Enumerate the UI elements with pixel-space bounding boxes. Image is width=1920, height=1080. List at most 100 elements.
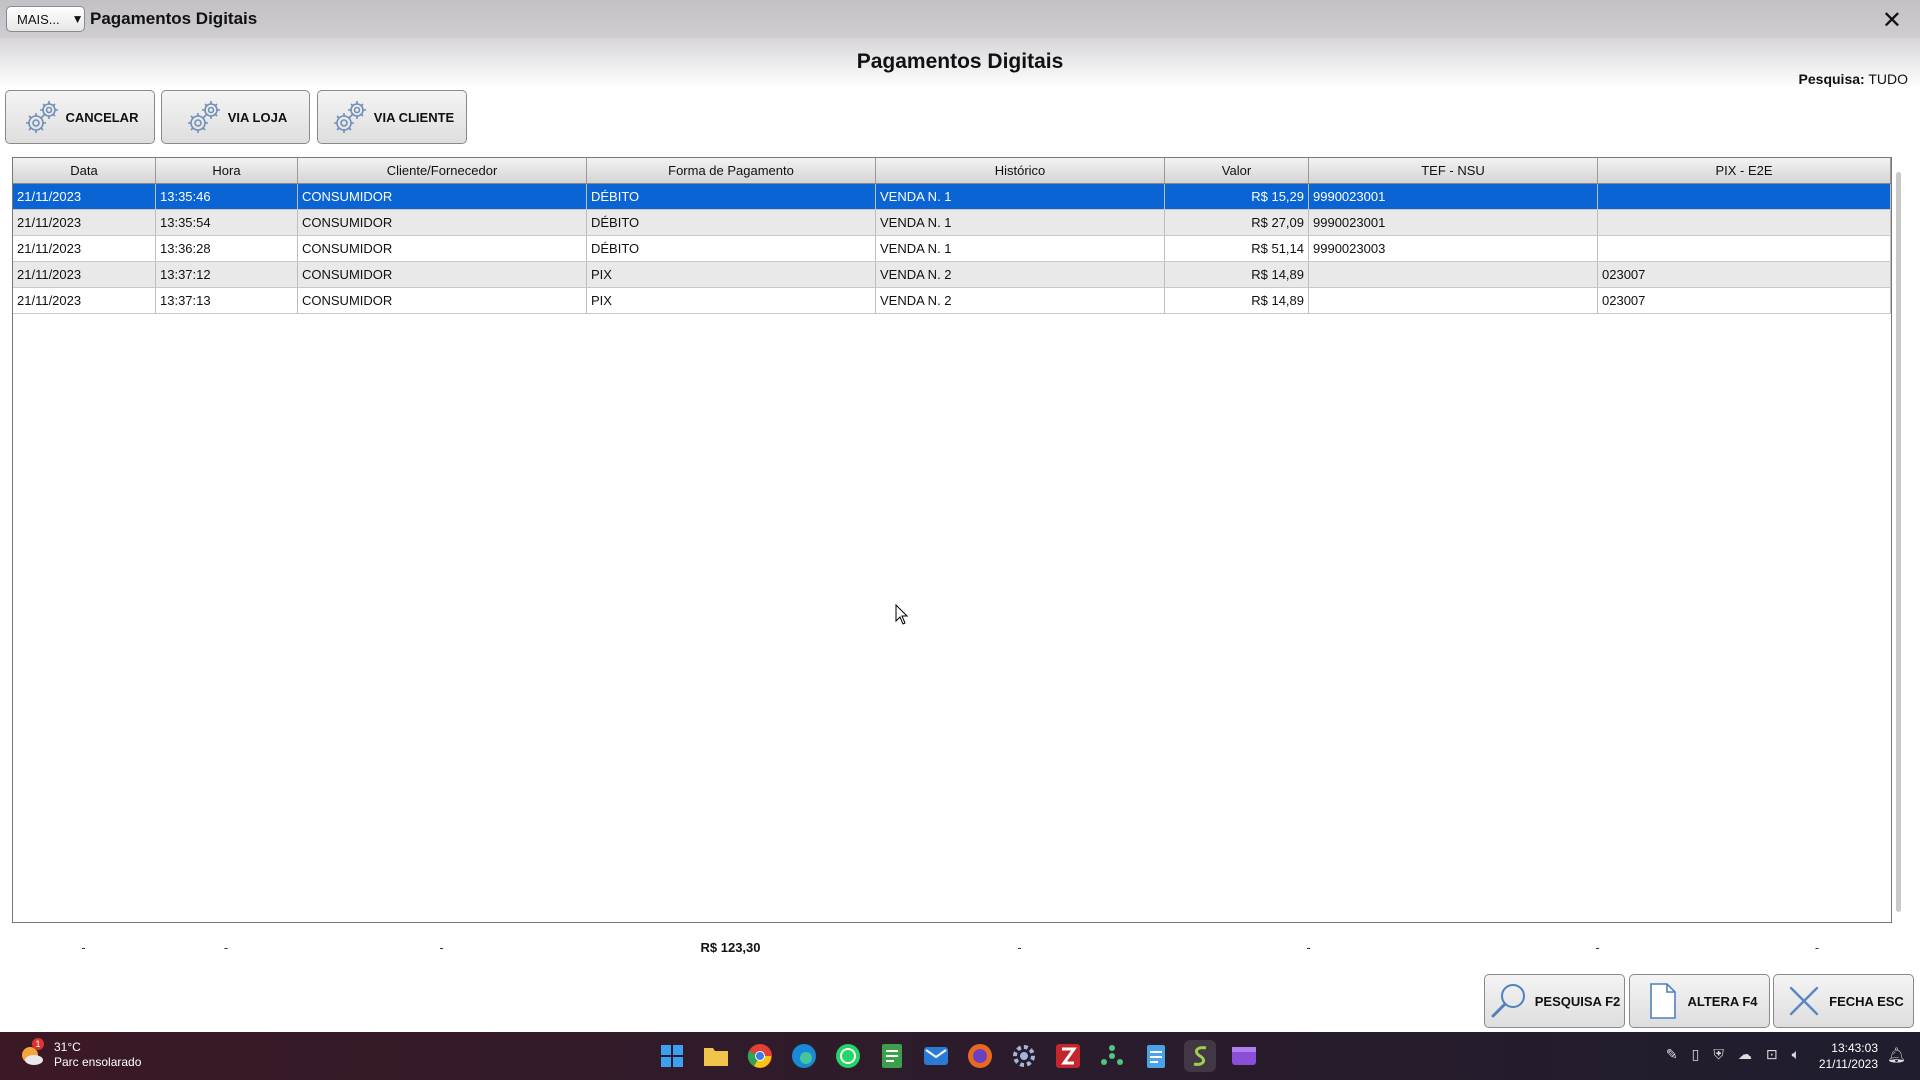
search-filter-value: TUDO	[1868, 71, 1908, 87]
clock[interactable]: 13:43:03 21/11/2023	[1819, 1040, 1878, 1072]
filezilla-icon[interactable]	[1052, 1040, 1084, 1072]
cell-cliente: CONSUMIDOR	[298, 236, 587, 261]
cell-cliente: CONSUMIDOR	[298, 288, 587, 313]
table-row[interactable]: 21/11/2023 13:35:54 CONSUMIDOR DÉBITO VE…	[13, 210, 1891, 236]
file-explorer-icon[interactable]	[700, 1040, 732, 1072]
pen-icon[interactable]: ✎	[1666, 1046, 1678, 1063]
network-icon[interactable]: ⊡	[1766, 1046, 1778, 1063]
document-icon	[1650, 983, 1677, 1019]
table-row[interactable]: 21/11/2023 13:37:13 CONSUMIDOR PIX VENDA…	[13, 288, 1891, 314]
fecha-label: FECHA ESC	[1829, 993, 1904, 1009]
altera-button[interactable]: ALTERA F4	[1629, 974, 1770, 1028]
weather-sun-icon: 1	[18, 1038, 46, 1069]
pesquisa-button[interactable]: PESQUISA F2	[1484, 974, 1625, 1028]
table-row[interactable]: 21/11/2023 13:35:46 CONSUMIDOR DÉBITO VE…	[13, 184, 1891, 210]
column-header-tef-nsu[interactable]: TEF - NSU	[1309, 158, 1598, 183]
fecha-button[interactable]: FECHA ESC	[1773, 974, 1914, 1028]
magnifier-icon	[1491, 984, 1525, 1018]
cell-hora: 13:36:28	[156, 236, 298, 261]
cell-hora: 13:35:54	[156, 210, 298, 235]
cell-historico: VENDA N. 1	[876, 184, 1165, 209]
altera-label: ALTERA F4	[1687, 993, 1758, 1009]
cell-tef-nsu: 9990023003	[1309, 236, 1598, 261]
cell-historico: VENDA N. 1	[876, 236, 1165, 261]
column-header-hora[interactable]: Hora	[156, 158, 298, 183]
clock-date: 21/11/2023	[1818, 1057, 1878, 1071]
cell-pix-e2e: 023007	[1598, 288, 1891, 313]
cell-data: 21/11/2023	[13, 262, 156, 287]
cloud-icon[interactable]: ☁	[1738, 1046, 1752, 1063]
via-loja-button[interactable]: VIA LOJA	[161, 90, 310, 144]
cell-forma-pagamento: PIX	[587, 288, 876, 313]
cell-valor: R$ 15,29	[1165, 184, 1309, 209]
windows-start-icon[interactable]	[656, 1040, 688, 1072]
total-valor: -	[1306, 939, 1311, 955]
weather-desc: Parc ensolarado	[54, 1055, 142, 1069]
notes-app-icon[interactable]	[876, 1040, 908, 1072]
mouse-cursor-icon	[895, 604, 909, 625]
page-title: Pagamentos Digitais	[856, 50, 1064, 73]
cell-data: 21/11/2023	[13, 288, 156, 313]
notification-bell-icon[interactable]: 🔔︎	[1887, 1046, 1906, 1064]
table-row[interactable]: 21/11/2023 13:37:12 CONSUMIDOR PIX VENDA…	[13, 262, 1891, 288]
cell-historico: VENDA N. 2	[876, 288, 1165, 313]
cell-historico: VENDA N. 2	[876, 262, 1165, 287]
clock-time: 13:43:03	[1831, 1041, 1878, 1055]
cell-data: 21/11/2023	[13, 210, 156, 235]
cancel-label: CANCELAR	[65, 109, 139, 125]
column-header-forma-pagamento[interactable]: Forma de Pagamento	[587, 158, 876, 183]
media-app-icon[interactable]	[1228, 1040, 1260, 1072]
column-header-historico[interactable]: Histórico	[876, 158, 1165, 183]
chrome-icon[interactable]	[744, 1040, 776, 1072]
column-header-data[interactable]: Data	[13, 158, 156, 183]
caret-down-icon: ▼	[71, 12, 84, 26]
weather-badge: 1	[32, 1038, 44, 1050]
settings-gear-icon[interactable]	[1008, 1040, 1040, 1072]
cell-valor: R$ 14,89	[1165, 262, 1309, 287]
weather-temp: 31°C	[54, 1040, 81, 1054]
total-cliente: -	[439, 939, 444, 955]
window-title: Pagamentos Digitais	[90, 9, 258, 28]
firefox-icon[interactable]	[964, 1040, 996, 1072]
mail-app-icon[interactable]	[920, 1040, 952, 1072]
total-hora: -	[223, 939, 229, 955]
system-tray: ✎ ▯ ⛨ ☁ ⊡ 🔈︎	[1666, 1046, 1800, 1063]
cell-tef-nsu: 9990023001	[1309, 210, 1598, 235]
total-data: -	[81, 939, 86, 955]
cell-hora: 13:35:46	[156, 184, 298, 209]
cell-forma-pagamento: DÉBITO	[587, 236, 876, 261]
column-header-pix-e2e[interactable]: PIX - E2E	[1598, 158, 1891, 183]
cell-valor: R$ 14,89	[1165, 288, 1309, 313]
cell-cliente: CONSUMIDOR	[298, 210, 587, 235]
via-cliente-button[interactable]: VIA CLIENTE	[317, 90, 467, 144]
notepad-icon[interactable]	[1140, 1040, 1172, 1072]
whatsapp-icon[interactable]	[832, 1040, 864, 1072]
weather-widget[interactable]: 1 31°C Parc ensolarado	[18, 1038, 142, 1070]
network-app-icon[interactable]	[1096, 1040, 1128, 1072]
search-filter-indicator: Pesquisa: TUDO	[1799, 71, 1908, 87]
table-row[interactable]: 21/11/2023 13:36:28 CONSUMIDOR DÉBITO VE…	[13, 236, 1891, 262]
close-icon	[1789, 986, 1819, 1016]
close-window-icon[interactable]: ✕	[1882, 6, 1902, 35]
column-header-valor[interactable]: Valor	[1165, 158, 1309, 183]
cell-cliente: CONSUMIDOR	[298, 184, 587, 209]
total-pix-e2e: -	[1814, 939, 1820, 955]
cell-pix-e2e	[1598, 210, 1891, 235]
volume-icon[interactable]: 🔈︎	[1792, 1046, 1800, 1063]
edge-icon[interactable]	[788, 1040, 820, 1072]
mais-dropdown-button[interactable]: MAIS... ▼	[6, 6, 85, 32]
via-loja-label: VIA LOJA	[227, 109, 288, 125]
payments-table[interactable]: Data Hora Cliente/Fornecedor Forma de Pa…	[12, 157, 1892, 923]
battery-icon[interactable]: ▯	[1692, 1046, 1700, 1063]
vertical-scrollbar[interactable]	[1896, 172, 1901, 912]
cell-hora: 13:37:13	[156, 288, 298, 313]
gear-icon	[25, 101, 58, 133]
cell-pix-e2e: 023007	[1598, 262, 1891, 287]
cell-pix-e2e	[1598, 236, 1891, 261]
cell-cliente: CONSUMIDOR	[298, 262, 587, 287]
shield-icon[interactable]: ⛨	[1713, 1046, 1724, 1063]
cancel-button[interactable]: CANCELAR	[5, 90, 155, 144]
erp-app-icon[interactable]	[1184, 1040, 1216, 1072]
cell-forma-pagamento: DÉBITO	[587, 210, 876, 235]
column-header-cliente[interactable]: Cliente/Fornecedor	[298, 158, 587, 183]
